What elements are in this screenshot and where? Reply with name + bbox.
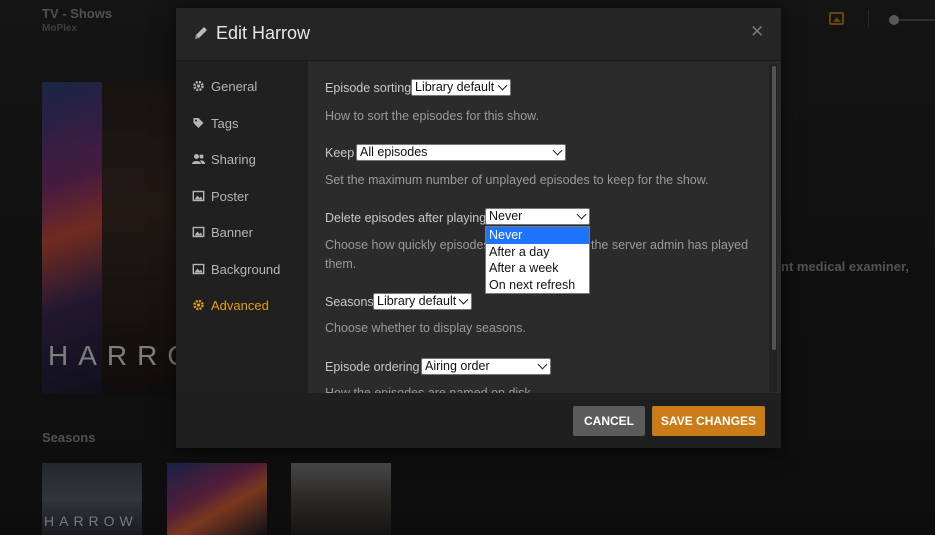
seasons-label: Seasons <box>325 295 374 309</box>
gear-icon <box>193 80 204 92</box>
sidebar-item-label: Sharing <box>211 152 256 167</box>
seasons-select[interactable]: Library default <box>373 293 472 310</box>
delete-after-options: Never After a day After a week On next r… <box>485 226 590 294</box>
dropdown-option[interactable]: On next refresh <box>486 277 589 294</box>
delete-after-select[interactable]: Never <box>485 208 590 225</box>
delete-after-help-cont: them. <box>325 257 357 271</box>
sidebar-item-sharing[interactable]: Sharing <box>176 145 308 175</box>
pencil-icon <box>195 27 207 39</box>
tag-icon <box>193 118 204 128</box>
keep-select[interactable]: All episodes <box>356 144 566 161</box>
episode-sorting-help: How to sort the episodes for this show. <box>325 109 539 123</box>
sidebar-item-label: Poster <box>211 189 249 204</box>
image-icon <box>192 190 205 202</box>
delete-after-help: Choose how quickly episodes <box>325 238 490 252</box>
episode-ordering-select[interactable]: Airing order <box>421 358 551 375</box>
dialog-footer: CANCEL SAVE CHANGES <box>176 393 781 448</box>
seasons-help: Choose whether to display seasons. <box>325 321 526 335</box>
chevron-down-icon <box>458 294 469 305</box>
gear-icon <box>193 299 204 311</box>
episode-sorting-label: Episode sorting <box>325 81 412 95</box>
sidebar-item-label: Advanced <box>211 298 269 313</box>
sidebar-item-tags[interactable]: Tags <box>176 109 308 139</box>
select-value: All episodes <box>360 145 428 159</box>
image-icon <box>192 263 205 275</box>
delete-after-label: Delete episodes after playing <box>325 211 487 225</box>
chevron-down-icon <box>552 145 563 156</box>
scrollbar-thumb[interactable] <box>772 66 776 350</box>
sidebar-item-poster[interactable]: Poster <box>176 182 308 212</box>
select-value: Library default <box>415 80 495 94</box>
sidebar-item-background[interactable]: Background <box>176 255 308 285</box>
dropdown-option[interactable]: After a day <box>486 244 589 261</box>
edit-dialog: Edit Harrow ✕ General Tags Sharing Poste… <box>176 8 781 448</box>
cancel-button[interactable]: CANCEL <box>573 406 645 436</box>
image-icon <box>192 226 205 238</box>
sidebar-item-label: Background <box>211 262 281 277</box>
chevron-down-icon <box>497 80 508 91</box>
chevron-down-icon <box>537 359 548 370</box>
select-value: Never <box>489 209 523 223</box>
save-changes-button[interactable]: SAVE CHANGES <box>652 406 765 436</box>
select-value: Library default <box>377 294 457 308</box>
dialog-sidebar: General Tags Sharing Poster Banner Backg… <box>176 61 308 393</box>
dialog-title: Edit Harrow <box>216 23 311 43</box>
sidebar-item-general[interactable]: General <box>176 72 308 102</box>
episode-ordering-label: Episode ordering <box>325 360 420 374</box>
dropdown-option[interactable]: Never <box>486 227 589 244</box>
dropdown-option[interactable]: After a week <box>486 260 589 277</box>
select-value: Airing order <box>425 359 490 373</box>
dialog-header: Edit Harrow ✕ <box>176 8 781 61</box>
sidebar-item-advanced[interactable]: Advanced <box>176 291 308 321</box>
episode-ordering-help: How the episodes are named on disk. <box>325 386 535 393</box>
close-icon[interactable]: ✕ <box>750 23 764 40</box>
keep-help: Set the maximum number of unplayed episo… <box>325 173 709 187</box>
chevron-down-icon <box>576 209 587 220</box>
users-icon <box>192 154 205 164</box>
sidebar-item-label: Tags <box>211 116 239 131</box>
sidebar-item-label: Banner <box>211 225 253 240</box>
keep-label: Keep <box>325 146 355 160</box>
sidebar-item-label: General <box>211 79 258 94</box>
episode-sorting-select[interactable]: Library default <box>411 79 511 96</box>
delete-after-help-cont: the server admin has played <box>591 238 749 252</box>
sidebar-item-banner[interactable]: Banner <box>176 218 308 248</box>
